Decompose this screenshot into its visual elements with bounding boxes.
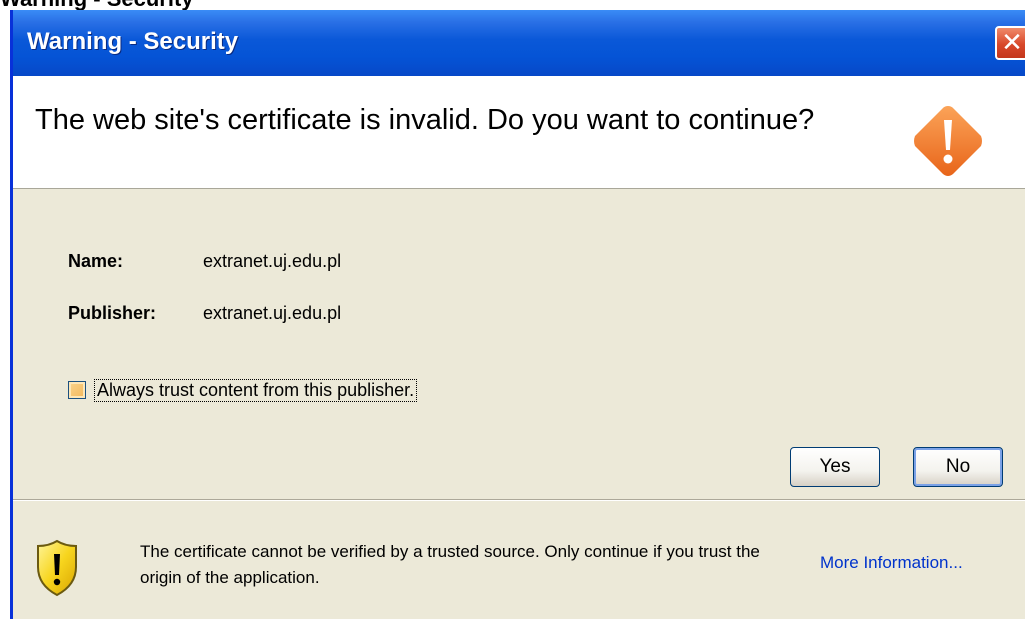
dialog-header: The web site's certificate is invalid. D… — [13, 76, 1025, 189]
trust-checkbox-row[interactable]: Always trust content from this publisher… — [68, 377, 418, 403]
title-bar[interactable]: Warning - Security ✕ — [13, 10, 1025, 76]
trust-checkbox-label[interactable]: Always trust content from this publisher… — [94, 378, 418, 402]
close-button[interactable]: ✕ — [995, 26, 1025, 60]
no-button[interactable]: No — [913, 447, 1003, 487]
name-label: Name: — [68, 251, 124, 271]
trust-checkbox[interactable] — [68, 381, 86, 399]
more-information-link[interactable]: More Information... — [820, 553, 963, 573]
footer-warning-text: The certificate cannot be verified by a … — [140, 542, 760, 587]
question-text: The web site's certificate is invalid. D… — [35, 104, 815, 136]
publisher-label: Publisher: — [68, 303, 157, 323]
name-value: extranet.uj.edu.pl — [203, 251, 342, 271]
dialog-body: Name: extranet.uj.edu.pl Publisher: extr… — [13, 189, 1025, 499]
security-warning-dialog: Warning - Security ✕ The web site's cert… — [10, 10, 1025, 619]
publisher-value: extranet.uj.edu.pl — [203, 303, 342, 323]
dialog-title: Warning - Security — [27, 28, 239, 55]
background-window-title: Warning - Security — [0, 0, 194, 10]
dialog-footer: The certificate cannot be verified by a … — [13, 501, 1025, 619]
yes-button[interactable]: Yes — [790, 447, 880, 487]
shield-warning-icon — [37, 539, 77, 597]
warning-diamond-icon — [914, 106, 982, 176]
close-icon: ✕ — [1001, 27, 1023, 57]
